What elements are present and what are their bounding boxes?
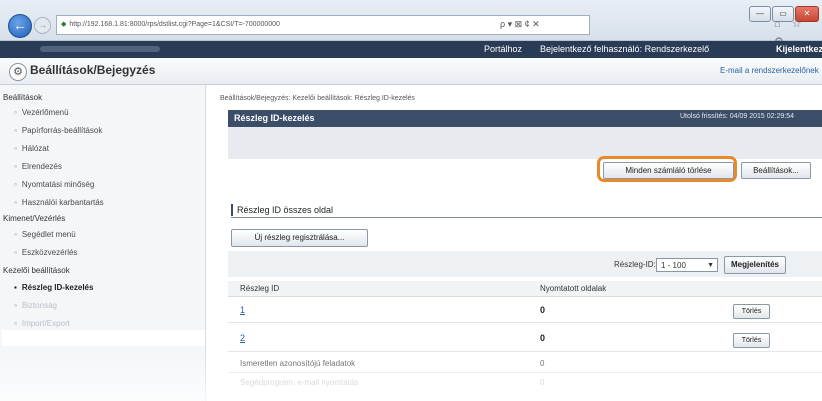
page-title: Beállítások/Bejegyzés [30, 63, 156, 77]
table-header-row [228, 281, 822, 297]
email-admin-link[interactable]: E-mail a rendszerkezelőnek [720, 66, 819, 75]
sidebar-item-network[interactable]: Hálózat [14, 144, 49, 153]
sidebar-item-paper-source[interactable]: Papírforrás-beállítások [14, 126, 102, 135]
sidebar-section-admin: Kezelői beállítások [3, 266, 70, 275]
table-row-divider [228, 322, 822, 323]
section-title: Részleg ID összes oldal [237, 205, 334, 215]
sidebar-item-user-maintenance[interactable]: Használói karbantartás [14, 198, 104, 207]
sidebar-section-settings: Beállítások [3, 93, 43, 102]
sidebar-item-security[interactable]: Biztonság [14, 301, 57, 310]
reset-all-counters-button[interactable]: Minden számláló törlése [603, 162, 734, 179]
display-button[interactable]: Megjelenítés [724, 256, 786, 274]
panel-button-bar [228, 127, 822, 159]
sidebar-section-output: Kimenet/Vezérlés [3, 214, 66, 223]
section-divider [231, 217, 822, 218]
logged-in-user: Bejelentkező felhasználó: Rendszerkezelő [540, 44, 710, 54]
row-2-printed-pages: 0 [540, 333, 546, 343]
sidebar-item-device-control[interactable]: Eszközvezérlés [14, 248, 78, 257]
minimize-button[interactable]: — [749, 6, 771, 22]
unknown-id-jobs-label: Ismeretlen azonosítójú feladatok [240, 359, 356, 368]
row-1-delete-button[interactable]: Törlés [733, 304, 770, 319]
utility-email-print-label: Segédprogram, e-mail nyomtatás [240, 378, 359, 387]
table-row-divider [228, 372, 822, 373]
department-range-value: 1 - 100 [661, 261, 686, 270]
sidebar-item-layout[interactable]: Elrendezés [14, 162, 62, 171]
table-row-divider [228, 351, 822, 352]
utility-email-print-value: 0 [540, 378, 545, 387]
settings-gear-icon: ⚙ [9, 63, 27, 81]
sidebar-item-utility-menu[interactable]: Segédlet menü [14, 230, 76, 239]
row-1-department-id[interactable]: 1 [240, 305, 245, 315]
sidebar-item-print-quality[interactable]: Nyomtatási minőség [14, 180, 94, 189]
department-range-select[interactable]: 1 - 100 ▼ [656, 258, 718, 272]
section-marker [231, 204, 233, 216]
forward-arrow-icon[interactable]: → [34, 17, 51, 34]
browser-toolbar-icons[interactable]: ⌂ ☆ ⚙ [774, 15, 822, 48]
settings-button[interactable]: Beállítások... [741, 162, 811, 179]
address-bar-icons[interactable]: ρ ▾ ⊠ ¢ ✕ [500, 15, 540, 33]
chevron-down-icon: ▼ [707, 262, 714, 269]
row-2-department-id[interactable]: 2 [240, 333, 245, 343]
sidebar-item-department-id[interactable]: Részleg ID-kezelés [14, 283, 94, 292]
sidebar-item-control-menu[interactable]: Vezérlőmenü [14, 108, 69, 117]
filter-label: Részleg-ID: [614, 260, 656, 269]
sidebar-selected-background [2, 330, 205, 346]
register-department-button[interactable]: Új részleg regisztrálása... [231, 229, 368, 247]
row-2-delete-button[interactable]: Törlés [733, 333, 770, 348]
last-update-text: Utolsó frissítés: 04/09 2015 02:29:54 [680, 113, 795, 120]
column-header-printed-pages: Nyomtatott oldalak [540, 284, 607, 293]
row-1-printed-pages: 0 [540, 305, 546, 315]
panel-title: Részleg ID-kezelés [234, 113, 315, 123]
address-url: http://192.168.1.81:8000/rps/dstlist.cgi… [69, 21, 280, 28]
column-header-department-id: Részleg ID [240, 284, 280, 293]
sidebar-item-import-export[interactable]: Import/Export [14, 319, 70, 328]
logout-link[interactable]: Kijelentkezé [776, 44, 822, 54]
unknown-id-jobs-value: 0 [540, 359, 545, 368]
back-arrow-icon[interactable]: ← [8, 14, 32, 38]
portal-link[interactable]: Portálhoz [484, 44, 522, 54]
site-icon: ◆ [61, 21, 67, 28]
device-name-blurred [40, 46, 160, 52]
breadcrumb: Beállítások/Bejegyzés: Kezelői beállítás… [220, 95, 415, 102]
